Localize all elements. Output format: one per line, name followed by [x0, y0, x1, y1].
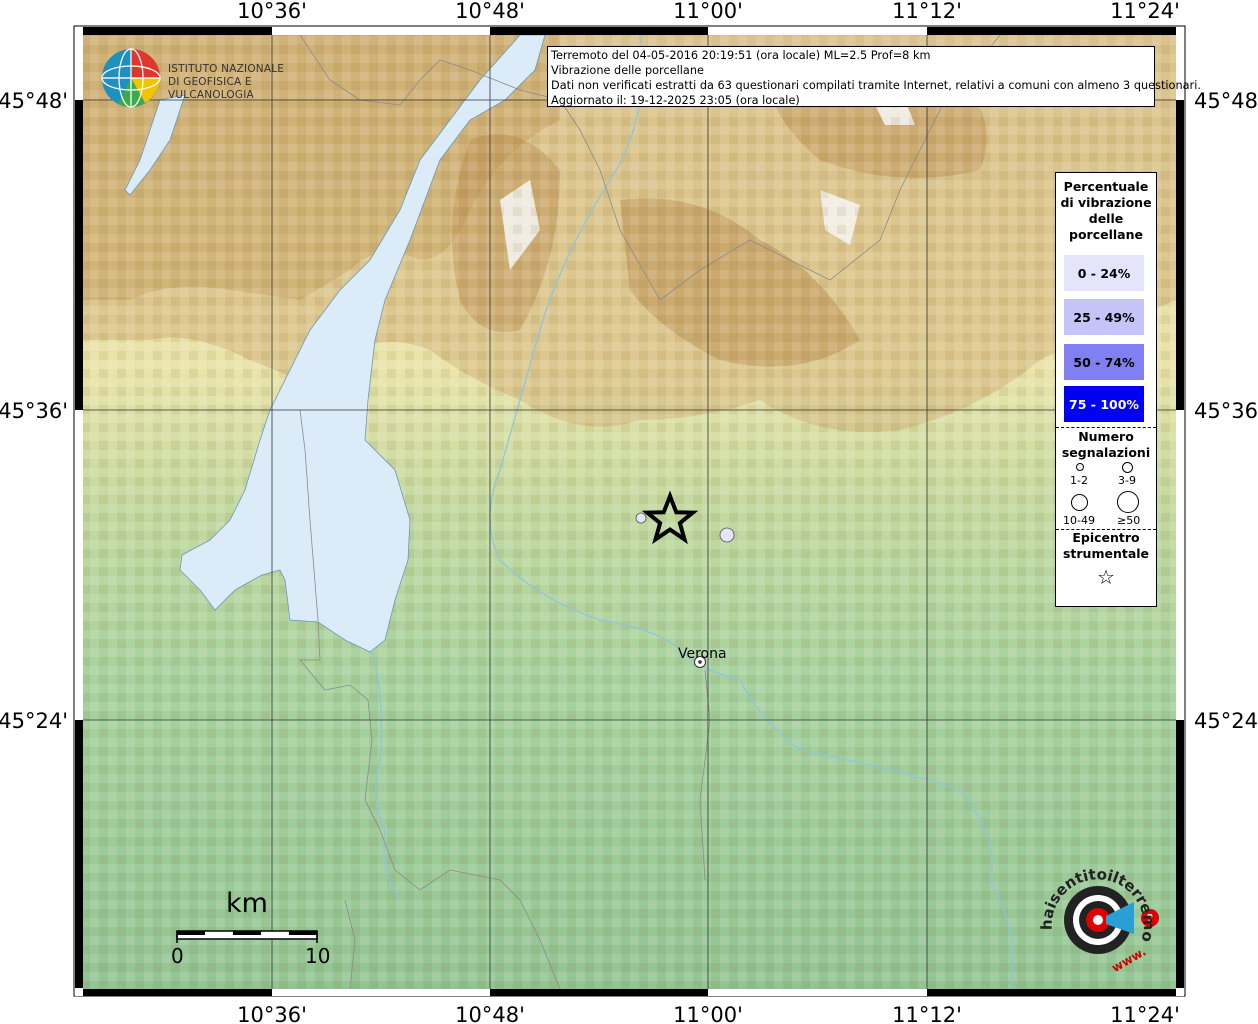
scale-end: 10 [305, 944, 331, 968]
logo-text: DI GEOFISICA E VULCANOLOGIA [168, 76, 254, 101]
scale-unit: km [226, 888, 268, 919]
lon-label: 10°48' [455, 0, 525, 23]
lon-label: 11°12' [892, 1003, 962, 1024]
size-label: ≥50 [1117, 514, 1141, 527]
report-point[interactable] [719, 527, 735, 543]
legend-class-3: 75 - 100% [1064, 386, 1144, 422]
data-note: Dati non verificati estratti da 63 quest… [551, 79, 1201, 92]
lon-label: 10°36' [237, 1003, 307, 1024]
legend-class-0: 0 - 24% [1064, 255, 1144, 291]
lon-label: 10°48' [455, 1003, 525, 1024]
legend-class-2: 50 - 74% [1064, 344, 1144, 380]
lon-label: 10°36' [237, 0, 307, 23]
legend-title: Percentuale di vibrazione delle porcella… [1060, 179, 1152, 242]
epicenter-title: Epicentro strumentale [1062, 530, 1150, 561]
lon-label: 11°00' [673, 0, 743, 23]
lat-label: 45°48' [0, 89, 68, 113]
logo-text: ISTITUTO NAZIONALE [168, 63, 285, 75]
epicenter-star-icon: ☆ [1097, 565, 1115, 589]
target-icon: ? haisentitoilterremoto.it www. [1033, 846, 1159, 975]
lat-labels-right: 45°48' 45°36' 45°24' [1194, 89, 1258, 733]
event-title: Terremoto del 04-05-2016 20:19:51 (ora l… [551, 49, 931, 62]
size-label: 10-49 [1063, 514, 1095, 527]
lat-label: 45°36' [0, 399, 68, 423]
size-circle-xlarge [1117, 491, 1139, 513]
city-label: Verona [678, 646, 727, 662]
event-info-box: Terremoto del 04-05-2016 20:19:51 (ora l… [547, 46, 1201, 107]
lat-label: 45°36' [1194, 399, 1258, 423]
size-label: 3-9 [1118, 474, 1136, 487]
count-title: Numero segnalazioni [1061, 429, 1151, 460]
update-time: Aggiornato il: 19-12-2025 23:05 (ora loc… [551, 94, 800, 107]
lon-labels-top: 10°36' 10°48' 11°00' 11°12' 11°24' [237, 0, 1180, 23]
lon-label: 11°00' [673, 1003, 743, 1024]
lon-label: 11°12' [892, 0, 962, 23]
report-point[interactable] [635, 512, 647, 524]
size-circle-large [1071, 494, 1088, 511]
lon-labels-bottom: 10°36' 10°48' 11°00' 11°12' 11°24' [237, 1003, 1180, 1024]
lon-label: 11°24' [1110, 1003, 1180, 1024]
globe-icon [101, 48, 161, 108]
lat-label: 45°24' [1194, 709, 1258, 733]
lon-label: 11°24' [1110, 0, 1180, 23]
scale-start: 0 [171, 944, 184, 968]
size-circle-small [1076, 463, 1084, 471]
lat-label: 45°48' [1194, 89, 1258, 113]
size-label: 1-2 [1070, 474, 1088, 487]
legend-separator [1056, 427, 1156, 428]
lat-label: 45°24' [0, 709, 68, 733]
size-circle-medium [1122, 462, 1133, 473]
legend: Percentuale di vibrazione delle porcella… [1055, 172, 1157, 607]
map-subject: Vibrazione delle porcellane [551, 64, 704, 77]
lat-labels-left: 45°48' 45°36' 45°24' [0, 89, 68, 733]
ingv-logo: ISTITUTO NAZIONALE DI GEOFISICA E VULCAN… [100, 47, 320, 111]
hst-logo: ? haisentitoilterremoto.it www. [1033, 846, 1168, 978]
legend-class-1: 25 - 49% [1064, 299, 1144, 335]
